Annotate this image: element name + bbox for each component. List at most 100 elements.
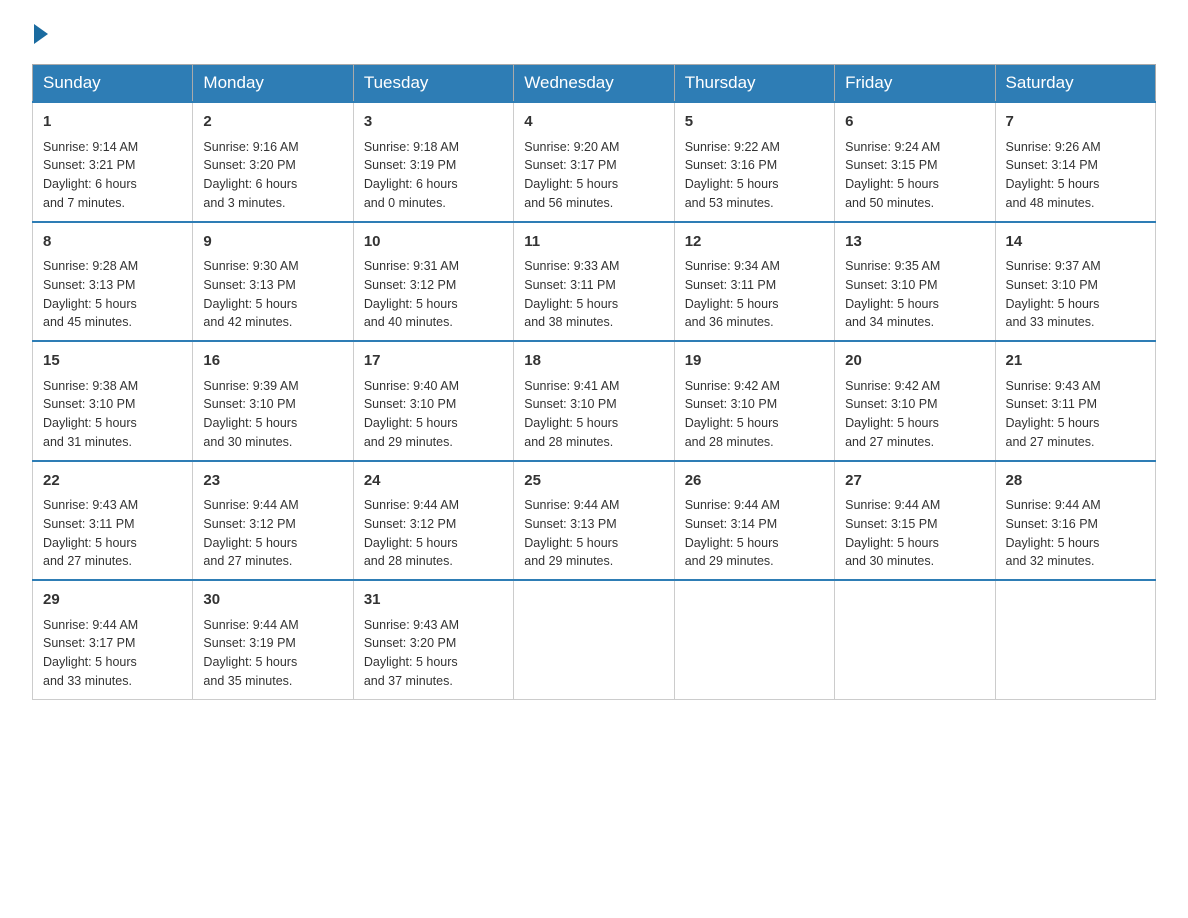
day-number: 10 bbox=[364, 231, 503, 254]
day-number: 13 bbox=[845, 231, 984, 254]
day-info: Sunrise: 9:43 AM Sunset: 3:20 PM Dayligh… bbox=[364, 616, 503, 691]
calendar-cell: 31 Sunrise: 9:43 AM Sunset: 3:20 PM Dayli… bbox=[353, 580, 513, 699]
day-number: 6 bbox=[845, 111, 984, 134]
day-info: Sunrise: 9:44 AM Sunset: 3:15 PM Dayligh… bbox=[845, 496, 984, 571]
day-info: Sunrise: 9:33 AM Sunset: 3:11 PM Dayligh… bbox=[524, 257, 663, 332]
day-number: 26 bbox=[685, 470, 824, 493]
day-number: 29 bbox=[43, 589, 182, 612]
calendar-cell: 4 Sunrise: 9:20 AM Sunset: 3:17 PM Daylig… bbox=[514, 102, 674, 222]
day-info: Sunrise: 9:43 AM Sunset: 3:11 PM Dayligh… bbox=[1006, 377, 1145, 452]
weekday-header-sunday: Sunday bbox=[33, 65, 193, 103]
calendar-cell: 25 Sunrise: 9:44 AM Sunset: 3:13 PM Dayli… bbox=[514, 461, 674, 581]
calendar-cell bbox=[514, 580, 674, 699]
weekday-header-tuesday: Tuesday bbox=[353, 65, 513, 103]
day-info: Sunrise: 9:38 AM Sunset: 3:10 PM Dayligh… bbox=[43, 377, 182, 452]
day-number: 1 bbox=[43, 111, 182, 134]
day-info: Sunrise: 9:18 AM Sunset: 3:19 PM Dayligh… bbox=[364, 138, 503, 213]
day-number: 20 bbox=[845, 350, 984, 373]
calendar-cell: 5 Sunrise: 9:22 AM Sunset: 3:16 PM Daylig… bbox=[674, 102, 834, 222]
calendar-cell: 1 Sunrise: 9:14 AM Sunset: 3:21 PM Daylig… bbox=[33, 102, 193, 222]
day-info: Sunrise: 9:44 AM Sunset: 3:17 PM Dayligh… bbox=[43, 616, 182, 691]
day-info: Sunrise: 9:14 AM Sunset: 3:21 PM Dayligh… bbox=[43, 138, 182, 213]
day-info: Sunrise: 9:44 AM Sunset: 3:13 PM Dayligh… bbox=[524, 496, 663, 571]
day-info: Sunrise: 9:44 AM Sunset: 3:19 PM Dayligh… bbox=[203, 616, 342, 691]
weekday-header-wednesday: Wednesday bbox=[514, 65, 674, 103]
day-info: Sunrise: 9:40 AM Sunset: 3:10 PM Dayligh… bbox=[364, 377, 503, 452]
day-info: Sunrise: 9:42 AM Sunset: 3:10 PM Dayligh… bbox=[845, 377, 984, 452]
calendar-cell: 27 Sunrise: 9:44 AM Sunset: 3:15 PM Dayli… bbox=[835, 461, 995, 581]
day-number: 15 bbox=[43, 350, 182, 373]
calendar-cell: 18 Sunrise: 9:41 AM Sunset: 3:10 PM Dayli… bbox=[514, 341, 674, 461]
calendar-cell: 29 Sunrise: 9:44 AM Sunset: 3:17 PM Dayli… bbox=[33, 580, 193, 699]
day-number: 28 bbox=[1006, 470, 1145, 493]
page-header bbox=[32, 24, 1156, 44]
day-info: Sunrise: 9:44 AM Sunset: 3:12 PM Dayligh… bbox=[203, 496, 342, 571]
calendar-cell: 10 Sunrise: 9:31 AM Sunset: 3:12 PM Dayli… bbox=[353, 222, 513, 342]
weekday-header-saturday: Saturday bbox=[995, 65, 1155, 103]
day-number: 18 bbox=[524, 350, 663, 373]
day-info: Sunrise: 9:43 AM Sunset: 3:11 PM Dayligh… bbox=[43, 496, 182, 571]
day-info: Sunrise: 9:28 AM Sunset: 3:13 PM Dayligh… bbox=[43, 257, 182, 332]
calendar-cell: 30 Sunrise: 9:44 AM Sunset: 3:19 PM Dayli… bbox=[193, 580, 353, 699]
day-info: Sunrise: 9:22 AM Sunset: 3:16 PM Dayligh… bbox=[685, 138, 824, 213]
day-number: 21 bbox=[1006, 350, 1145, 373]
weekday-header-thursday: Thursday bbox=[674, 65, 834, 103]
day-number: 2 bbox=[203, 111, 342, 134]
calendar-cell: 3 Sunrise: 9:18 AM Sunset: 3:19 PM Daylig… bbox=[353, 102, 513, 222]
day-info: Sunrise: 9:34 AM Sunset: 3:11 PM Dayligh… bbox=[685, 257, 824, 332]
day-number: 8 bbox=[43, 231, 182, 254]
logo bbox=[32, 24, 50, 44]
calendar-cell: 9Sunrise: 9:30 AM Sunset: 3:13 PM Daylig… bbox=[193, 222, 353, 342]
calendar-cell: 6 Sunrise: 9:24 AM Sunset: 3:15 PM Daylig… bbox=[835, 102, 995, 222]
calendar-cell: 23 Sunrise: 9:44 AM Sunset: 3:12 PM Dayli… bbox=[193, 461, 353, 581]
day-info: Sunrise: 9:24 AM Sunset: 3:15 PM Dayligh… bbox=[845, 138, 984, 213]
day-number: 4 bbox=[524, 111, 663, 134]
day-info: Sunrise: 9:41 AM Sunset: 3:10 PM Dayligh… bbox=[524, 377, 663, 452]
weekday-header-monday: Monday bbox=[193, 65, 353, 103]
day-number: 3 bbox=[364, 111, 503, 134]
day-number: 9 bbox=[203, 231, 342, 254]
calendar-cell: 19Sunrise: 9:42 AM Sunset: 3:10 PM Dayli… bbox=[674, 341, 834, 461]
calendar-cell: 16 Sunrise: 9:39 AM Sunset: 3:10 PM Dayli… bbox=[193, 341, 353, 461]
calendar-table: SundayMondayTuesdayWednesdayThursdayFrid… bbox=[32, 64, 1156, 700]
day-number: 23 bbox=[203, 470, 342, 493]
weekday-header-row: SundayMondayTuesdayWednesdayThursdayFrid… bbox=[33, 65, 1156, 103]
day-number: 27 bbox=[845, 470, 984, 493]
calendar-cell: 20 Sunrise: 9:42 AM Sunset: 3:10 PM Dayli… bbox=[835, 341, 995, 461]
day-number: 17 bbox=[364, 350, 503, 373]
day-number: 16 bbox=[203, 350, 342, 373]
calendar-cell: 26 Sunrise: 9:44 AM Sunset: 3:14 PM Dayli… bbox=[674, 461, 834, 581]
weekday-header-friday: Friday bbox=[835, 65, 995, 103]
calendar-cell: 11Sunrise: 9:33 AM Sunset: 3:11 PM Dayli… bbox=[514, 222, 674, 342]
day-number: 31 bbox=[364, 589, 503, 612]
day-number: 7 bbox=[1006, 111, 1145, 134]
day-info: Sunrise: 9:16 AM Sunset: 3:20 PM Dayligh… bbox=[203, 138, 342, 213]
day-info: Sunrise: 9:39 AM Sunset: 3:10 PM Dayligh… bbox=[203, 377, 342, 452]
week-row-3: 15 Sunrise: 9:38 AM Sunset: 3:10 PM Dayli… bbox=[33, 341, 1156, 461]
calendar-cell: 22Sunrise: 9:43 AM Sunset: 3:11 PM Dayli… bbox=[33, 461, 193, 581]
day-number: 24 bbox=[364, 470, 503, 493]
day-info: Sunrise: 9:31 AM Sunset: 3:12 PM Dayligh… bbox=[364, 257, 503, 332]
calendar-cell: 2 Sunrise: 9:16 AM Sunset: 3:20 PM Daylig… bbox=[193, 102, 353, 222]
calendar-cell: 14Sunrise: 9:37 AM Sunset: 3:10 PM Dayli… bbox=[995, 222, 1155, 342]
day-info: Sunrise: 9:44 AM Sunset: 3:16 PM Dayligh… bbox=[1006, 496, 1145, 571]
day-info: Sunrise: 9:20 AM Sunset: 3:17 PM Dayligh… bbox=[524, 138, 663, 213]
day-number: 12 bbox=[685, 231, 824, 254]
calendar-cell: 28 Sunrise: 9:44 AM Sunset: 3:16 PM Dayli… bbox=[995, 461, 1155, 581]
calendar-cell: 21 Sunrise: 9:43 AM Sunset: 3:11 PM Dayli… bbox=[995, 341, 1155, 461]
calendar-cell bbox=[995, 580, 1155, 699]
week-row-1: 1 Sunrise: 9:14 AM Sunset: 3:21 PM Daylig… bbox=[33, 102, 1156, 222]
week-row-4: 22Sunrise: 9:43 AM Sunset: 3:11 PM Dayli… bbox=[33, 461, 1156, 581]
day-info: Sunrise: 9:44 AM Sunset: 3:14 PM Dayligh… bbox=[685, 496, 824, 571]
calendar-cell: 24 Sunrise: 9:44 AM Sunset: 3:12 PM Dayli… bbox=[353, 461, 513, 581]
day-info: Sunrise: 9:26 AM Sunset: 3:14 PM Dayligh… bbox=[1006, 138, 1145, 213]
calendar-cell: 7 Sunrise: 9:26 AM Sunset: 3:14 PM Daylig… bbox=[995, 102, 1155, 222]
day-info: Sunrise: 9:42 AM Sunset: 3:10 PM Dayligh… bbox=[685, 377, 824, 452]
day-number: 14 bbox=[1006, 231, 1145, 254]
day-number: 5 bbox=[685, 111, 824, 134]
calendar-cell bbox=[835, 580, 995, 699]
day-info: Sunrise: 9:44 AM Sunset: 3:12 PM Dayligh… bbox=[364, 496, 503, 571]
day-number: 25 bbox=[524, 470, 663, 493]
day-number: 30 bbox=[203, 589, 342, 612]
calendar-cell: 8 Sunrise: 9:28 AM Sunset: 3:13 PM Daylig… bbox=[33, 222, 193, 342]
